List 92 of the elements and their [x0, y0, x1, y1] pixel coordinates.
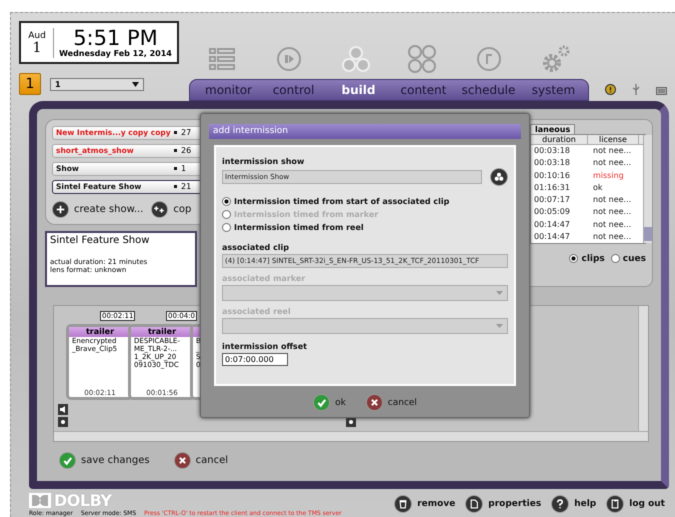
footer-button[interactable]: log out: [606, 495, 665, 513]
logo-icon: [29, 493, 51, 508]
duration-cell-text: 00:03:18: [533, 146, 571, 156]
clip-row[interactable]: 01:16:31 ok: [531, 181, 643, 194]
door-icon: [606, 495, 624, 513]
license-cell-text: not nee...: [592, 232, 632, 241]
clip-type: trailer: [131, 326, 193, 337]
timing-radio[interactable]: Intermission timed from start of associated clip: [222, 197, 508, 206]
caret-icon: [496, 291, 503, 295]
duration-cell-text: 00:14:47: [533, 232, 571, 241]
brand-name: DOLBY: [54, 491, 112, 510]
show-title: Sintel Feature Show: [50, 234, 150, 246]
license-cell-text: not nee...: [592, 195, 632, 204]
plus-icon: [151, 200, 168, 218]
clock-icon[interactable]: [476, 46, 502, 72]
dialog-button[interactable]: cancel: [366, 394, 417, 411]
field-label: associated reel: [222, 307, 292, 316]
filter-radio[interactable]: clips: [569, 254, 605, 264]
clip-type: trailer: [69, 326, 131, 337]
panel-tab[interactable]: laneous: [530, 124, 576, 134]
show-duration: 27: [181, 128, 192, 138]
show-duration: 26: [181, 146, 192, 156]
field-label: associated marker: [222, 274, 306, 283]
show-action-button[interactable]: create show...: [52, 200, 144, 218]
clip-row[interactable]: 00:10:16 missing: [531, 169, 643, 182]
caret-icon: [496, 324, 503, 328]
license-cell-text: not nee...: [592, 146, 632, 156]
scrollbar[interactable]: [638, 306, 648, 431]
offset-field[interactable]: 0:07:00.000: [222, 353, 288, 366]
dialog-button[interactable]: ok: [313, 394, 346, 411]
clip-row[interactable]: 00:14:47 not nee...: [531, 218, 643, 230]
caret-icon: [132, 82, 139, 86]
drive-icon[interactable]: [656, 86, 667, 95]
speaker-icon[interactable]: [58, 404, 68, 415]
duration-cell-text: 00:14:47: [533, 220, 571, 229]
column-header[interactable]: license: [588, 134, 639, 144]
duration-cell-text: 00:03:18: [533, 158, 571, 168]
show-action-button[interactable]: cop: [151, 200, 192, 218]
duration-cell-text: 00:05:09: [533, 207, 571, 216]
clip-row[interactable]: 00:03:18 not nee...: [531, 156, 643, 170]
usb-icon[interactable]: [632, 84, 640, 95]
close-icon: [366, 394, 383, 411]
duration-cell-text: 01:16:31: [533, 182, 571, 192]
dropdown[interactable]: [222, 318, 508, 334]
alert-icon[interactable]: [605, 84, 616, 95]
clip-row[interactable]: 00:03:18 not nee...: [531, 144, 643, 157]
circles-icon[interactable]: [340, 44, 371, 74]
license-cell-text: not nee...: [592, 207, 632, 216]
timeline-action-button[interactable]: save changes: [59, 452, 150, 469]
trash-icon: [394, 495, 412, 513]
timeline-action-button[interactable]: cancel: [174, 452, 228, 469]
clip-row[interactable]: 00:07:17 not nee...: [531, 194, 643, 206]
dialog-title: add intermission: [209, 124, 521, 139]
field-label: associated clip: [222, 243, 290, 252]
footer-button[interactable]: properties: [465, 495, 542, 513]
clip-row[interactable]: 00:05:09 not nee...: [531, 206, 643, 218]
duration-cell-text: 00:10:16: [533, 170, 571, 180]
license-cell-text: missing: [592, 170, 625, 180]
scrollbar[interactable]: [643, 134, 652, 243]
timing-radio[interactable]: Intermission timed from reel: [222, 223, 508, 232]
filter-radio[interactable]: cues: [610, 254, 646, 264]
column-header[interactable]: duration: [531, 134, 588, 144]
license-cell-text: not nee...: [592, 220, 632, 229]
circles-icon[interactable]: [408, 44, 436, 73]
list-icon[interactable]: [209, 48, 236, 70]
help-icon: [551, 495, 570, 513]
plus-icon: [52, 200, 69, 218]
show-duration: 21: [181, 182, 192, 192]
auditorium-badge[interactable]: 1: [19, 73, 41, 95]
show-duration: 1: [181, 164, 186, 174]
auditorium-label: Aud: [28, 30, 46, 40]
auditorium-select[interactable]: 1: [50, 78, 144, 90]
field-label: intermission offset: [222, 342, 308, 351]
footer-button[interactable]: remove: [394, 495, 456, 513]
circles-icon: [490, 168, 508, 186]
nav-tab[interactable]: build: [326, 80, 391, 100]
document-icon: [465, 495, 484, 513]
license-cell-text: not nee...: [592, 158, 632, 168]
footer-button[interactable]: help: [551, 495, 596, 513]
clip-row[interactable]: 00:14:47 not nee...: [531, 230, 643, 243]
dropdown[interactable]: [222, 285, 508, 301]
auditorium-number: 1: [32, 40, 42, 54]
license-cell-text: ok: [592, 182, 604, 192]
check-icon: [313, 394, 330, 411]
check-icon: [59, 452, 76, 469]
clock-date: Wednesday Feb 12, 2014: [59, 49, 172, 58]
play-icon[interactable]: [276, 46, 302, 72]
scrollbar[interactable]: [54, 430, 648, 441]
light-icon[interactable]: [58, 416, 68, 427]
close-icon: [174, 452, 191, 469]
clock-time: 5:51 PM: [73, 27, 158, 49]
duration-cell-text: 00:07:17: [533, 195, 571, 204]
